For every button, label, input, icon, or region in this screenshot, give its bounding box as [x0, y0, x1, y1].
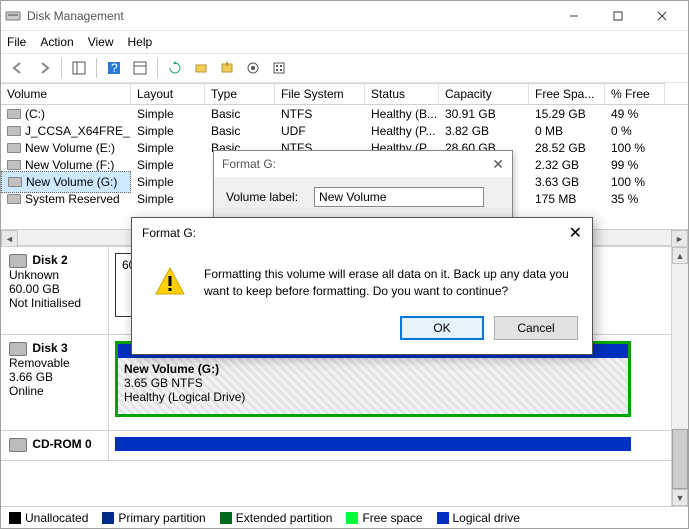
svg-text:?: ?	[111, 61, 118, 75]
format-dialog: Format G: ✕ Volume label:	[213, 150, 513, 218]
partition-name: New Volume (G:)	[124, 362, 219, 376]
disk-type: Removable	[9, 356, 70, 370]
disk-label: Disk 2 Unknown 60.00 GB Not Initialised	[1, 247, 109, 334]
help-button[interactable]: ?	[103, 57, 125, 79]
drive-icon	[7, 109, 21, 119]
menu-help[interactable]: Help	[128, 35, 153, 49]
dialog-title: Format G:	[142, 226, 196, 240]
show-hide-button[interactable]	[68, 57, 90, 79]
disk-status: Not Initialised	[9, 296, 81, 310]
volume-list-header: Volume Layout Type File System Status Ca…	[1, 83, 688, 105]
scroll-right-icon[interactable]: ►	[671, 230, 688, 247]
properties-button[interactable]	[129, 57, 151, 79]
scroll-left-icon[interactable]: ◄	[1, 230, 18, 247]
col-filesystem[interactable]: File System	[275, 83, 365, 104]
scroll-down-icon[interactable]: ▼	[672, 489, 688, 506]
drive-icon	[7, 160, 21, 170]
titlebar: Disk Management	[1, 1, 688, 31]
col-capacity[interactable]: Capacity	[439, 83, 529, 104]
partition-primary[interactable]	[115, 437, 631, 451]
disk-type: Unknown	[9, 268, 59, 282]
legend: Unallocated Primary partition Extended p…	[1, 506, 688, 528]
col-status[interactable]: Status	[365, 83, 439, 104]
close-button[interactable]	[640, 2, 684, 30]
volume-row[interactable]: J_CCSA_X64FRE_E... Simple Basic UDF Heal…	[1, 122, 688, 139]
disc-icon	[7, 126, 21, 136]
drive-icon	[8, 177, 22, 187]
dialog-titlebar: Format G: ✕	[132, 218, 592, 248]
cancel-button[interactable]: Cancel	[494, 316, 578, 340]
disk-name: Disk 3	[32, 341, 67, 355]
dialog-title: Format G:	[222, 157, 276, 171]
toolbar: ?	[1, 53, 688, 83]
legend-primary: Primary partition	[102, 511, 205, 525]
disk-icon	[9, 342, 27, 356]
dialog-message: Formatting this volume will erase all da…	[204, 266, 570, 300]
app-icon	[5, 8, 21, 24]
detach-vhd-button[interactable]	[242, 57, 264, 79]
disk-name: CD-ROM 0	[32, 437, 91, 451]
disk-size: 60.00 GB	[9, 282, 60, 296]
partition-logical[interactable]: New Volume (G:) 3.65 GB NTFS Healthy (Lo…	[118, 358, 628, 414]
partition-status: Healthy (Logical Drive)	[124, 390, 245, 404]
disk-row[interactable]: CD-ROM 0	[1, 431, 688, 461]
settings-button[interactable]	[268, 57, 290, 79]
disk-label: CD-ROM 0	[1, 431, 109, 460]
menu-action[interactable]: Action	[40, 35, 73, 49]
dialog-titlebar: Format G: ✕	[214, 151, 512, 177]
attach-vhd-button[interactable]	[216, 57, 238, 79]
rescan-button[interactable]	[190, 57, 212, 79]
swatch-icon	[346, 512, 358, 524]
disk-size: 3.66 GB	[9, 370, 53, 384]
ok-button[interactable]: OK	[400, 316, 484, 340]
close-icon[interactable]: ✕	[492, 156, 504, 173]
swatch-icon	[9, 512, 21, 524]
volume-label-label: Volume label:	[226, 190, 298, 204]
back-button[interactable]	[7, 57, 29, 79]
disk-status: Online	[9, 384, 44, 398]
refresh-button[interactable]	[164, 57, 186, 79]
legend-free: Free space	[346, 511, 422, 525]
menu-file[interactable]: File	[7, 35, 26, 49]
legend-extended: Extended partition	[220, 511, 333, 525]
scroll-up-icon[interactable]: ▲	[672, 247, 688, 264]
volume-row[interactable]: (C:) Simple Basic NTFS Healthy (B... 30.…	[1, 105, 688, 122]
disk-canvas	[109, 431, 688, 460]
disk-label: Disk 3 Removable 3.66 GB Online	[1, 335, 109, 430]
legend-logical: Logical drive	[437, 511, 520, 525]
partition-info: 3.65 GB NTFS	[124, 376, 203, 390]
drive-icon	[7, 143, 21, 153]
disk-area-vscroll[interactable]: ▲ ▼	[671, 247, 688, 506]
disc-icon	[9, 438, 27, 452]
legend-unallocated: Unallocated	[9, 511, 88, 525]
swatch-icon	[220, 512, 232, 524]
drive-icon	[7, 194, 21, 204]
minimize-button[interactable]	[552, 2, 596, 30]
swatch-icon	[102, 512, 114, 524]
col-layout[interactable]: Layout	[131, 83, 205, 104]
window-title: Disk Management	[27, 9, 552, 23]
col-volume[interactable]: Volume	[1, 83, 131, 104]
disk-name: Disk 2	[32, 253, 67, 267]
disk-icon	[9, 254, 27, 268]
swatch-icon	[437, 512, 449, 524]
volume-label-input[interactable]	[314, 187, 484, 207]
forward-button[interactable]	[33, 57, 55, 79]
confirm-dialog: Format G: ✕ Formatting this volume will …	[131, 217, 593, 355]
col-percent-free[interactable]: % Free	[605, 83, 665, 104]
menubar: File Action View Help	[1, 31, 688, 53]
close-icon[interactable]: ✕	[569, 223, 582, 243]
col-type[interactable]: Type	[205, 83, 275, 104]
scroll-thumb[interactable]	[672, 429, 688, 489]
col-free[interactable]: Free Spa...	[529, 83, 605, 104]
warning-icon	[154, 266, 186, 298]
menu-view[interactable]: View	[88, 35, 114, 49]
maximize-button[interactable]	[596, 2, 640, 30]
